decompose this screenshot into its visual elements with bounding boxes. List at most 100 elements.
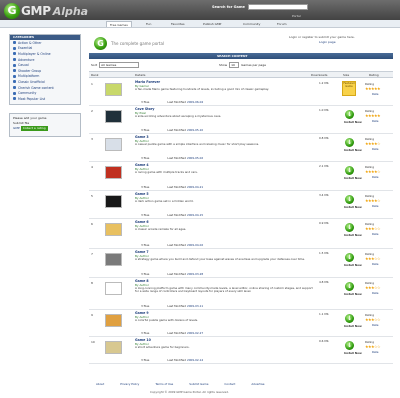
install-now-button[interactable]: Install Now (344, 324, 362, 328)
tab-forum[interactable]: Forum (274, 21, 290, 27)
sidebar-item-label: Casual (18, 63, 29, 68)
install-now-button[interactable]: Install Now (344, 148, 362, 152)
sort-label: Sort (91, 63, 98, 67)
per-page-suffix: Games per page (241, 63, 266, 67)
per-page-select[interactable]: 10 (229, 62, 240, 68)
download-icon[interactable]: ↓ (345, 282, 354, 291)
footer-link-terms[interactable]: Terms of Use (155, 382, 173, 386)
game-thumbnail[interactable] (105, 166, 122, 179)
footer-link-privacy[interactable]: Privacy Policy (120, 382, 139, 386)
game-thumbnail[interactable] (105, 195, 122, 208)
bullet-icon (13, 46, 16, 50)
sidebar-item-label: Action & Other (18, 40, 42, 45)
tab-community[interactable]: Community (240, 21, 263, 27)
last-modified-date[interactable]: 2009-05-10 (187, 128, 203, 132)
search-input[interactable] (247, 4, 308, 10)
game-thumbnail[interactable] (105, 83, 122, 96)
install-now-button[interactable]: Install Now (344, 120, 362, 124)
star-rating-icon: ★★★☆☆ (365, 285, 381, 290)
download-icon[interactable]: ↓ (345, 253, 354, 262)
tab-publish[interactable]: Publish GMP (200, 21, 224, 27)
tab-free-games[interactable]: Free Games (106, 21, 132, 27)
col-rank[interactable]: Rank (91, 73, 99, 77)
game-size: 1.1 Mb (319, 312, 329, 316)
row-rank: 9 (91, 313, 93, 317)
col-downloads[interactable]: Downloads (311, 73, 327, 77)
install-now-button[interactable]: Install Now (344, 351, 362, 355)
game-description: A long-running platform game with many c… (135, 287, 313, 294)
last-modified-date[interactable]: 2009-06-04 (187, 100, 203, 104)
last-modified-label: Last Modified (167, 100, 187, 104)
sort-select[interactable]: All Games (99, 62, 140, 68)
rate-link[interactable]: Rate (372, 291, 378, 295)
rate-link[interactable]: Rate (372, 232, 378, 236)
rate-link[interactable]: Rate (372, 175, 378, 179)
download-icon[interactable]: ↓ (345, 223, 354, 232)
col-size[interactable]: Size (343, 73, 349, 77)
promo-box: Please add your game Submit file GMP Col… (9, 112, 81, 137)
last-modified-date[interactable]: 2009-02-27 (187, 331, 203, 335)
rate-link[interactable]: Rate (372, 204, 378, 208)
game-files: 3 files (141, 304, 150, 308)
footer-link-about[interactable]: About (96, 382, 104, 386)
download-icon[interactable]: ↓ (345, 195, 354, 204)
last-modified-date[interactable]: 2009-03-28 (187, 272, 203, 276)
hero-login-link[interactable]: Login page (289, 40, 355, 45)
install-now-button[interactable]: Install Now (344, 176, 362, 180)
last-modified-date[interactable]: 2009-04-15 (187, 213, 203, 217)
last-modified-date[interactable]: 2009-04-21 (187, 185, 203, 189)
rate-link[interactable]: Rate (372, 147, 378, 151)
bullet-icon (13, 86, 16, 90)
header-subtext[interactable]: Portal (292, 14, 301, 18)
search-label: Search for Game (212, 5, 245, 9)
rate-link[interactable]: Rate (372, 92, 378, 96)
install-now-button[interactable]: Install Now (344, 205, 362, 209)
promo-line-3-text: GMP (13, 125, 20, 130)
game-meta: 3 files Last Modified 2009-05-02 (141, 156, 203, 160)
col-rating[interactable]: Rating (369, 73, 379, 77)
download-icon[interactable]: ↓ (345, 314, 354, 323)
last-modified-date[interactable]: 2009-03-11 (187, 304, 203, 308)
game-meta: 3 files Last Modified 2009-04-15 (141, 213, 203, 217)
game-size: 1.0 Mb (319, 108, 329, 112)
download-icon[interactable]: ↓ (345, 110, 354, 119)
game-thumbnail[interactable] (105, 341, 122, 354)
footer-link-advertise[interactable]: Advertise (251, 382, 264, 386)
game-description: A strategy game where you build and defe… (135, 258, 305, 261)
game-size: 3.4 Mb (319, 193, 329, 197)
table-row: 4 Game 4 By Author A racing game with multi… (89, 162, 393, 191)
game-thumbnail[interactable] (105, 138, 122, 151)
sidebar-item[interactable]: Most Popular List (10, 96, 80, 102)
rate-link[interactable]: Rate (372, 262, 378, 266)
footer-link-submit[interactable]: Submit Game (189, 382, 208, 386)
game-thumbnail[interactable] (105, 110, 122, 123)
promo-tag[interactable]: Collect a rating (20, 125, 48, 131)
footer-link-contact[interactable]: Contact (224, 382, 235, 386)
last-modified-date[interactable]: 2009-02-14 (187, 358, 203, 362)
table-row: 9 Game 9 By Author A colorful puzzle game w… (89, 310, 393, 337)
rate-link[interactable]: Rate (372, 323, 378, 327)
game-thumbnail[interactable] (105, 314, 122, 327)
logo[interactable]: G GMP Alpha (4, 2, 88, 20)
bullet-icon (13, 69, 16, 73)
download-icon[interactable]: ↓ (345, 138, 354, 147)
install-now-button[interactable]: Install Now (344, 263, 362, 267)
col-details[interactable]: Details (135, 73, 145, 77)
download-icon[interactable]: ↓ (345, 341, 354, 350)
rate-link[interactable]: Rate (372, 119, 378, 123)
game-thumbnail[interactable] (105, 282, 122, 295)
tab-favorites[interactable]: Favorites (168, 21, 188, 27)
table-row: 3 Game 3 By Author A casual puzzle game wit… (89, 134, 393, 162)
last-modified-date[interactable]: 2009-05-02 (187, 156, 203, 160)
game-thumbnail[interactable] (105, 223, 122, 236)
rate-link[interactable]: Rate (372, 350, 378, 354)
tab-fun[interactable]: Fun (143, 21, 154, 27)
game-thumbnail[interactable] (105, 253, 122, 266)
download-icon[interactable]: ↓ (345, 166, 354, 175)
game-description: A short adventure game for beginners. (135, 346, 190, 349)
game-files: 3 files (141, 128, 150, 132)
last-modified-label: Last Modified (167, 243, 187, 247)
install-now-button[interactable]: Install Now (344, 233, 362, 237)
install-now-button[interactable]: Install Now (344, 292, 362, 296)
last-modified-date[interactable]: 2009-04-02 (187, 243, 203, 247)
